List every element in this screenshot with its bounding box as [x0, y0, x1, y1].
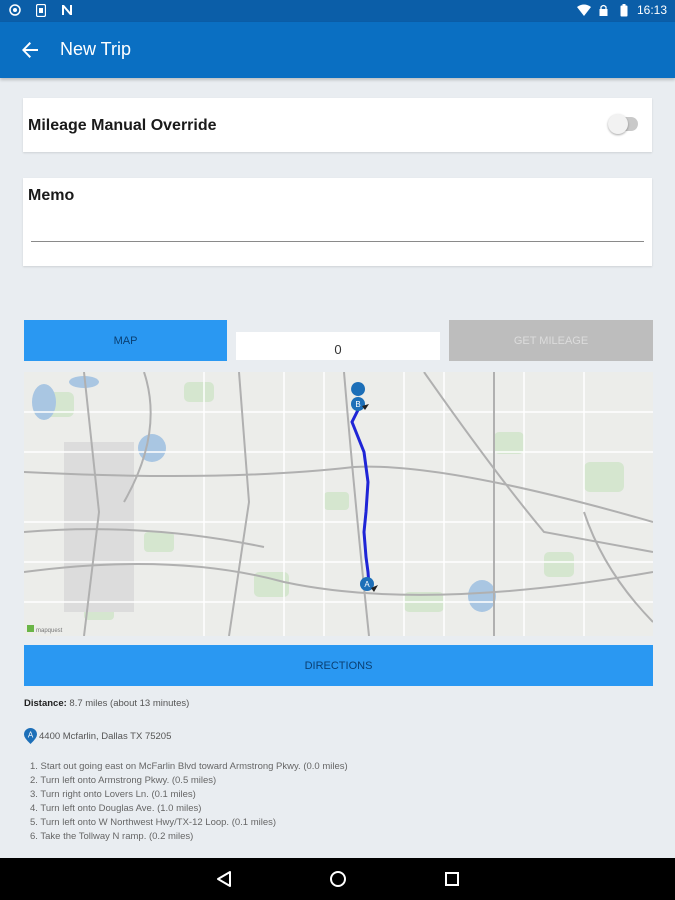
sim-icon [34, 3, 48, 17]
wifi-icon [576, 3, 591, 17]
get-mileage-button[interactable]: GET MILEAGE [449, 320, 653, 361]
arrow-back-icon [22, 42, 38, 58]
start-marker-label: A [364, 580, 370, 589]
distance-info: Distance: 8.7 miles (about 13 minutes) [24, 698, 189, 709]
direction-step: 2. Turn left onto Armstrong Pkwy. (0.5 m… [30, 775, 217, 786]
app-bar: New Trip [0, 22, 675, 78]
mileage-override-toggle[interactable] [608, 114, 638, 134]
map-button[interactable]: MAP [24, 320, 227, 361]
memo-input[interactable] [31, 218, 644, 242]
svg-text:mapquest: mapquest [36, 628, 63, 634]
svg-text:A: A [28, 731, 34, 740]
mileage-override-card: Mileage Manual Override [23, 98, 652, 152]
map-canvas: B A mapquest [24, 372, 653, 636]
lock-icon [597, 3, 611, 17]
back-button[interactable] [16, 36, 44, 64]
system-nav-bar [0, 858, 675, 900]
direction-step: 5. Turn left onto W Northwest Hwy/TX-12 … [30, 817, 277, 828]
memo-card: Memo [23, 178, 652, 266]
status-time: 16:13 [636, 3, 667, 17]
memo-label: Memo [28, 187, 75, 204]
end-marker-label: B [355, 400, 360, 409]
battery-icon [617, 3, 631, 17]
nav-home-button[interactable] [326, 867, 350, 891]
direction-step: 6. Take the Tollway N ramp. (0.2 miles) [30, 831, 194, 842]
origin-pin-icon: A [24, 728, 37, 744]
direction-step: 4. Turn left onto Douglas Ave. (1.0 mile… [30, 803, 202, 814]
page-title: New Trip [60, 39, 132, 59]
origin-info: A 4400 Mcfarlin, Dallas TX 75205 [24, 728, 171, 744]
distance-label: Distance: [24, 698, 67, 709]
map-airport [64, 442, 134, 612]
origin-address: 4400 Mcfarlin, Dallas TX 75205 [39, 730, 172, 742]
shield-icon [8, 3, 22, 17]
direction-step: 3. Turn right onto Lovers Ln. (0.1 miles… [30, 789, 196, 800]
direction-step: 1. Start out going east on McFarlin Blvd… [30, 761, 348, 772]
mileage-field[interactable] [236, 332, 440, 360]
recents-square-icon [444, 872, 459, 886]
direction-steps: 1. Start out going east on McFarlin Blvd… [30, 760, 348, 844]
route-map[interactable]: B A mapquest [24, 372, 653, 636]
directions-button[interactable]: DIRECTIONS [24, 645, 653, 686]
status-bar: 16:13 [0, 0, 675, 22]
mileage-override-label: Mileage Manual Override [28, 117, 217, 134]
nav-back-button[interactable] [212, 867, 236, 891]
back-triangle-icon [216, 871, 231, 887]
n-icon [60, 3, 74, 17]
toggle-knob [608, 114, 628, 134]
distance-value: 8.7 miles (about 13 minutes) [69, 698, 190, 709]
home-circle-icon [329, 871, 346, 887]
nav-recents-button[interactable] [440, 867, 464, 891]
